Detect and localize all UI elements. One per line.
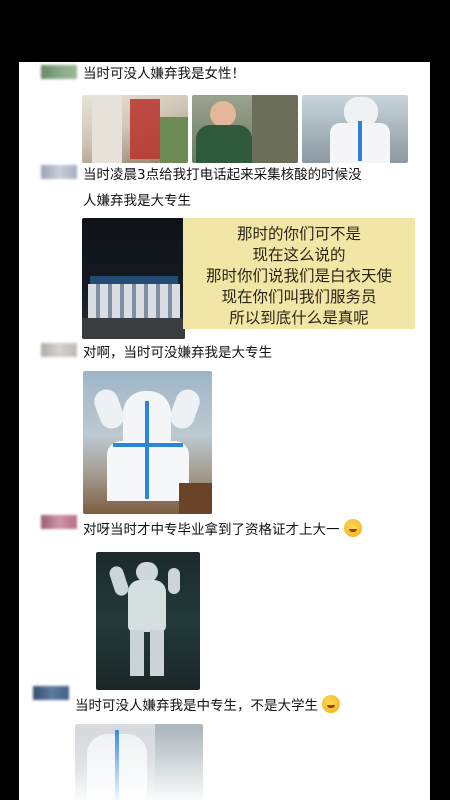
comment-photo-4[interactable] [82, 218, 185, 339]
comment-photo-2[interactable] [192, 95, 298, 163]
note-line-5: 所以到底什么是真呢 [229, 309, 369, 327]
handwritten-note[interactable]: 那时的你们可不是 现在这么说的 那时你们说我们是白衣天使 现在你们叫我们服务员 … [183, 218, 415, 329]
comment-photo-1[interactable] [82, 95, 188, 163]
avatar[interactable] [41, 515, 77, 529]
avatar[interactable] [41, 65, 77, 79]
comment-text-line1: 当时凌晨3点给我打电话起来采集核酸的时候没 [83, 167, 362, 183]
note-line-2: 现在这么说的 [252, 246, 346, 264]
avatar[interactable] [41, 165, 77, 179]
comment-text: 当时可没人嫌弃我是女性！ [83, 66, 245, 82]
bottom-fade [19, 730, 430, 800]
comment-text-line2: 人嫌弃我是大专生 [83, 193, 191, 209]
comment-text: 当时可没人嫌弃我是中专生，不是大学生 [75, 694, 340, 718]
comment-text: 对啊，当时可没嫌弃我是大专生 [83, 345, 272, 361]
pleading-face-emoji-icon [343, 519, 362, 537]
comment-feed[interactable]: 当时可没人嫌弃我是女性！ 当时凌晨3点给我打电话起来采集核酸的时候没 人嫌弃我是… [19, 62, 430, 800]
comment-text-body: 当时可没人嫌弃我是中专生，不是大学生 [75, 698, 318, 714]
comment-photo-3[interactable] [302, 95, 408, 163]
comment-text-body: 对呀当时才中专毕业拿到了资格证才上大一 [83, 522, 340, 538]
note-line-4: 现在你们叫我们服务员 [221, 288, 377, 306]
note-line-3: 那时你们说我们是白衣天使 [205, 267, 392, 285]
avatar[interactable] [33, 686, 69, 700]
comment-photo-6[interactable] [96, 552, 200, 690]
comment-photo-5[interactable] [83, 371, 212, 514]
pleading-face-emoji-icon [322, 695, 340, 713]
comment-text: 对呀当时才中专毕业拿到了资格证才上大一 [83, 518, 362, 542]
note-line-1: 那时的你们可不是 [236, 225, 361, 243]
avatar[interactable] [41, 343, 77, 357]
